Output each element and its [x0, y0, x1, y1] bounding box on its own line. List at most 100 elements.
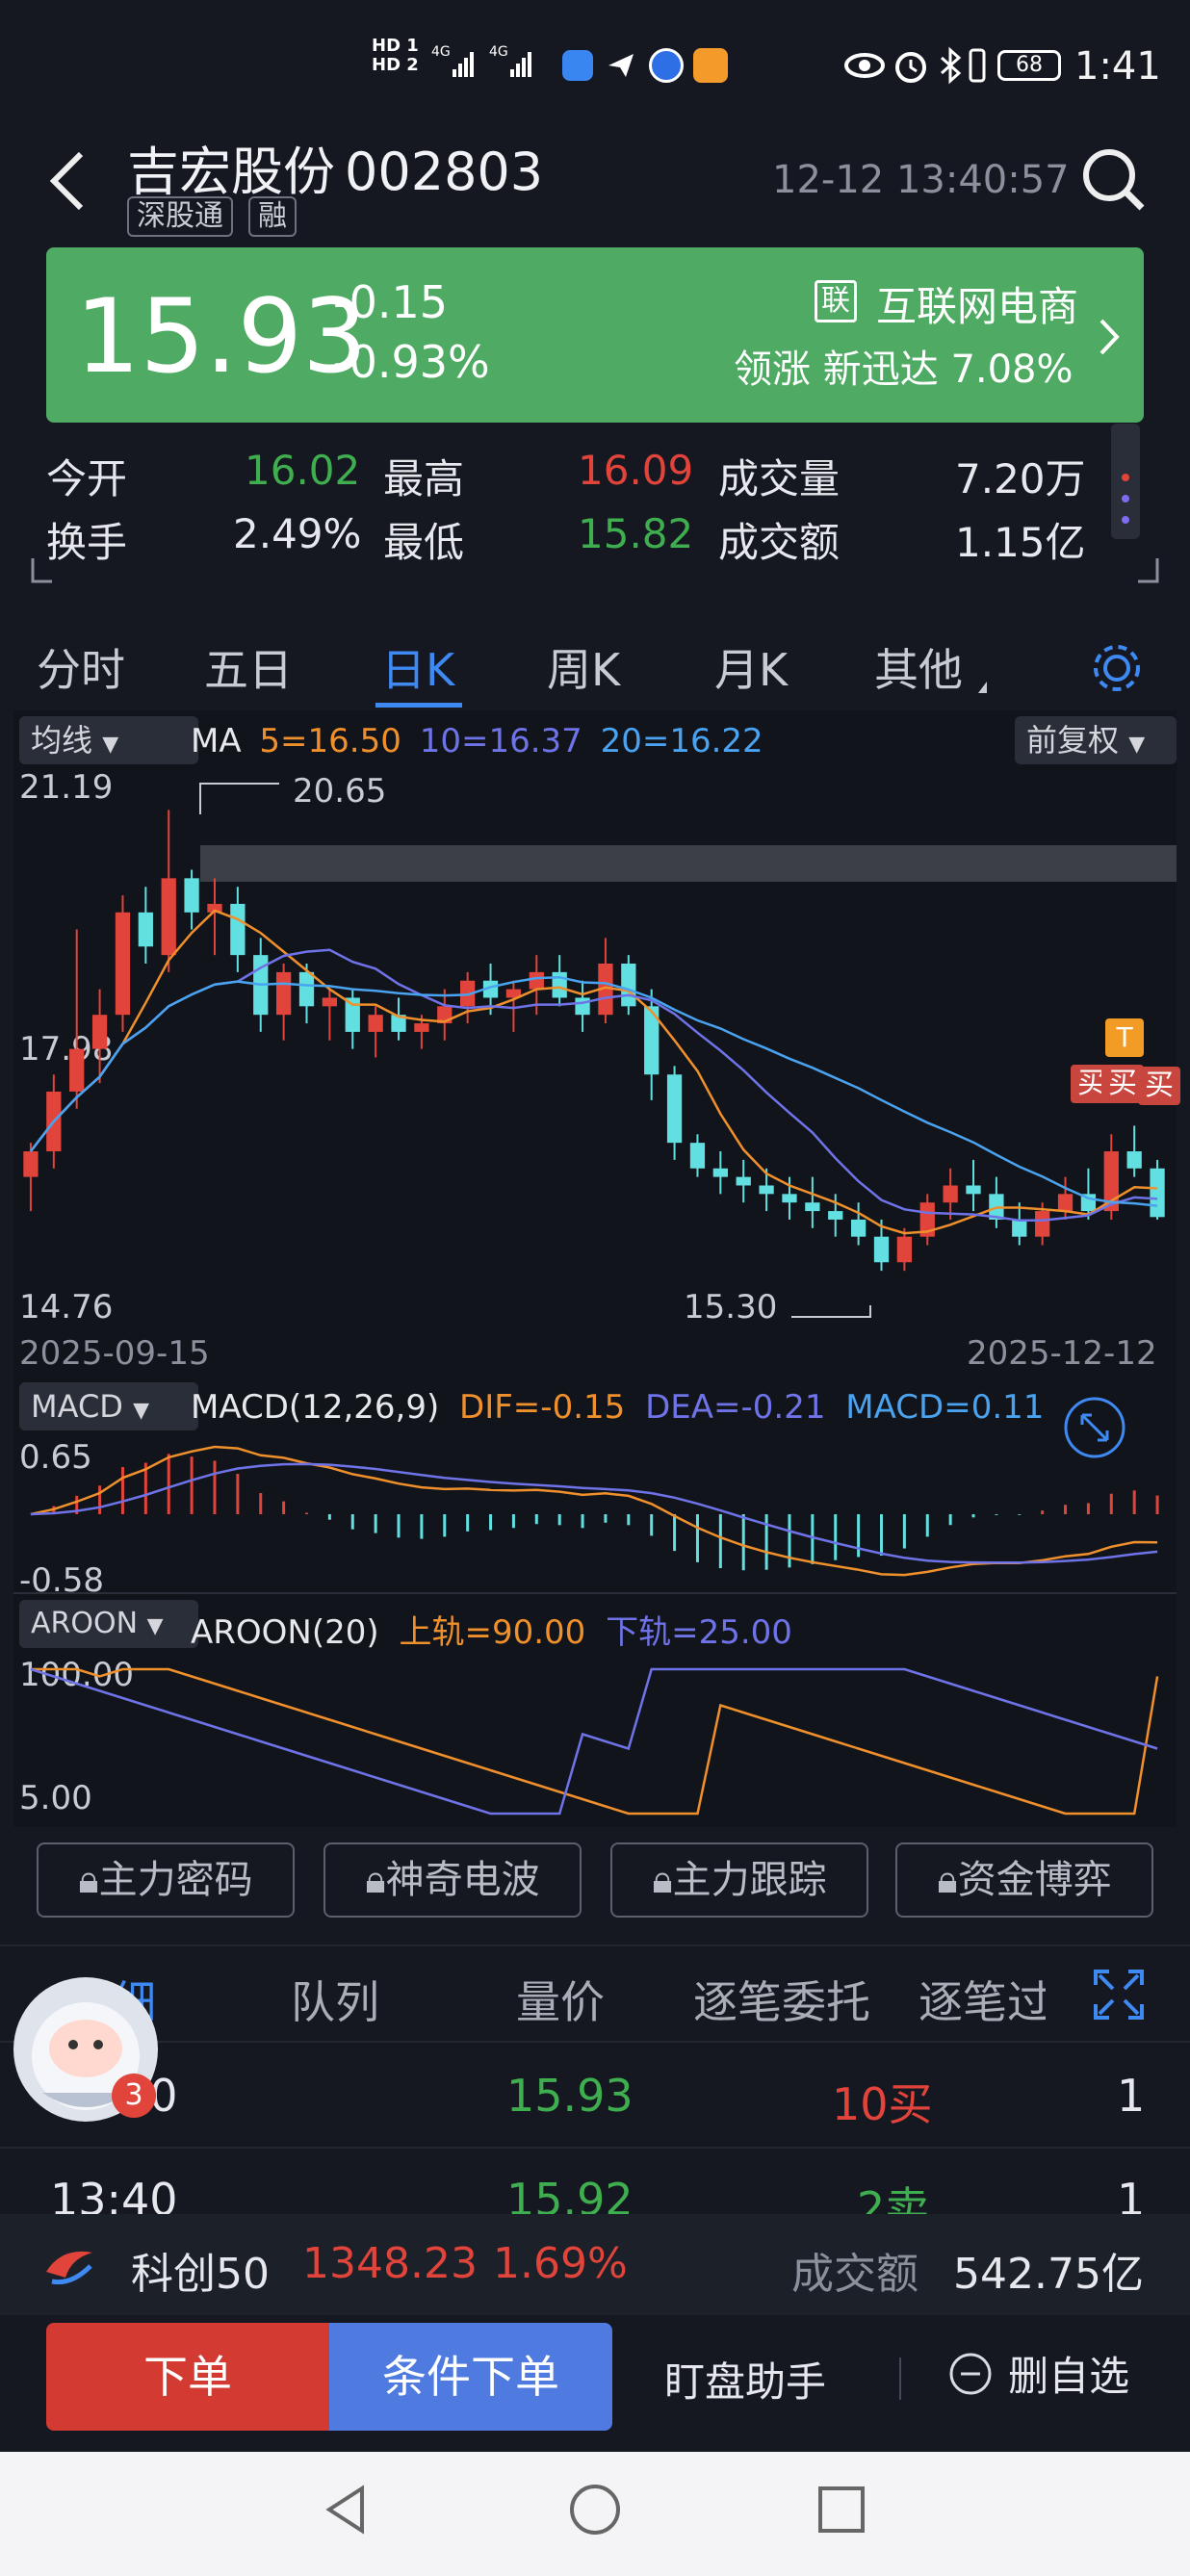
high-value: 16.09: [578, 447, 694, 494]
index-ticker-bar[interactable]: 科创50 1348.23 1.69% 成交额 542.75亿: [0, 2214, 1190, 2315]
lock-icon: 🔒︎: [937, 1858, 958, 1902]
detail-tab-volume-price[interactable]: 量价: [516, 1968, 605, 2031]
kline-chart-panel[interactable]: 均线 ▼ MA 5=16.50 10=16.37 20=16.22 前复权 ▼ …: [13, 710, 1180, 1827]
tick-price: 15.93: [506, 2070, 634, 2122]
candle-body: [689, 1143, 706, 1169]
resistance-band: [200, 845, 1177, 882]
feature-button-main-tracking[interactable]: 🔒︎主力跟踪: [610, 1842, 868, 1918]
signal-icon: 4G 4G: [431, 42, 547, 85]
candle-body: [414, 1023, 429, 1032]
candle-body: [1057, 1194, 1074, 1212]
aroon-down-line: [30, 1667, 1158, 1816]
macd-svg: [30, 1445, 1159, 1577]
candle-body: [275, 971, 292, 1016]
hd-indicator: HD 1 HD 2: [372, 36, 419, 75]
candle-body: [529, 971, 544, 990]
candle-body: [23, 1151, 39, 1177]
aroon-selector[interactable]: AROON ▼: [19, 1600, 198, 1648]
aroon-up-line: [30, 1667, 1159, 1816]
candle-body: [850, 1219, 867, 1237]
tab-monthly-k[interactable]: 月K: [714, 635, 788, 699]
search-button[interactable]: [1078, 144, 1148, 218]
feature-button-fund-game[interactable]: 🔒︎资金博弈: [895, 1842, 1153, 1918]
tick-volume: 10买: [832, 2078, 933, 2130]
tab-intraday[interactable]: 分时: [37, 635, 125, 699]
candle-body: [1035, 1211, 1050, 1237]
tab-five-day[interactable]: 五日: [204, 635, 293, 699]
notification-badge: 3: [112, 2074, 156, 2118]
settings-button[interactable]: [1088, 639, 1146, 701]
divider: [0, 1945, 1190, 1946]
index-amount: 542.75亿: [953, 2250, 1144, 2299]
square-recents-icon: [818, 2486, 865, 2533]
price-change-pct: -0.93%: [333, 336, 490, 388]
feature-button-main-code[interactable]: 🔒︎主力密码: [37, 1842, 295, 1918]
period-tabs: 分时 五日 日K 周K 月K 其他: [0, 606, 1190, 708]
candle-body: [298, 971, 315, 1007]
more-dots-icon: [1122, 474, 1129, 524]
feature-button-magic-wave[interactable]: 🔒︎神奇电波: [323, 1842, 582, 1918]
lock-icon: 🔒︎: [652, 1858, 673, 1902]
active-tab-indicator: [375, 703, 462, 708]
kline-svg: [23, 783, 1177, 1318]
order-button[interactable]: 下单: [46, 2323, 329, 2431]
minus-circle-icon: [949, 2353, 992, 2394]
dif-line: [30, 1445, 1158, 1577]
tab-weekly-k[interactable]: 周K: [547, 635, 620, 699]
candle-body: [1126, 1151, 1142, 1169]
paper-plane-icon: [607, 50, 635, 79]
price-card[interactable]: 15.93 -0.15 -0.93% 联 互联网电商 领涨 新迅达 7.08%: [46, 247, 1144, 423]
candle-body: [621, 964, 636, 1007]
index-value: 1348.23: [302, 2239, 478, 2288]
nav-back-button[interactable]: [318, 2481, 375, 2542]
bluetooth-icon: [938, 46, 963, 89]
svg-text:4G: 4G: [431, 44, 451, 60]
conditional-order-button[interactable]: 条件下单: [329, 2323, 612, 2431]
chevron-right-icon: [1096, 313, 1125, 365]
battery-indicator: 68: [997, 50, 1061, 81]
dea-line: [30, 1462, 1158, 1564]
nav-home-button[interactable]: [566, 2481, 624, 2542]
more-quote-button[interactable]: [1111, 424, 1140, 539]
expand-table-button[interactable]: [1092, 1968, 1146, 2025]
nav-recents-button[interactable]: [813, 2481, 870, 2542]
watch-assistant-button[interactable]: 盯盘助手: [664, 2350, 826, 2409]
index-amount-label: 成交额: [791, 2250, 918, 2299]
candle-body: [1012, 1219, 1027, 1237]
vibrate-icon: [967, 48, 988, 87]
macd-selector[interactable]: MACD ▼: [19, 1382, 198, 1430]
detail-tab-queue[interactable]: 队列: [291, 1968, 379, 2031]
candle-body: [782, 1194, 797, 1203]
lock-icon: 🔒︎: [78, 1858, 99, 1902]
candle-body: [115, 912, 131, 1016]
candle-body: [138, 912, 153, 947]
high-marker-line: [199, 783, 279, 814]
price-change: -0.15: [333, 276, 449, 328]
alarm-icon: [892, 46, 930, 89]
aroon-legend: AROON(20) 上轨=90.00 下轨=25.00: [191, 1613, 792, 1652]
last-price: 15.93: [75, 277, 368, 396]
search-icon: [1083, 149, 1145, 211]
detail-tab-trade-by-trade[interactable]: 逐笔过: [918, 1968, 1046, 2031]
candle-body: [322, 997, 338, 1007]
turnover-value: 2.49%: [233, 510, 362, 557]
candle-body: [91, 1015, 108, 1049]
tab-daily-k[interactable]: 日K: [381, 635, 454, 699]
low-marker-line: [791, 1305, 871, 1318]
tab-other[interactable]: 其他: [874, 635, 963, 699]
svg-text:4G: 4G: [489, 44, 508, 60]
tick-count: 1: [1117, 2070, 1146, 2122]
candle-body: [828, 1211, 843, 1220]
candle-body: [873, 1236, 890, 1263]
status-bar: HD 1 HD 2 4G 4G 68 1:41: [0, 0, 1190, 135]
remove-watchlist-button[interactable]: 删自选: [947, 2344, 1129, 2402]
browser-app-icon: [649, 48, 684, 83]
ma5-line: [29, 909, 1158, 1235]
system-nav-bar: [0, 2452, 1190, 2576]
detail-tab-order-by-order[interactable]: 逐笔委托: [693, 1968, 870, 2031]
candle-body: [184, 878, 199, 913]
back-button[interactable]: [39, 142, 96, 219]
candle-body: [230, 903, 246, 956]
back-arrow-icon: [49, 151, 84, 211]
expand-corners[interactable]: [29, 558, 1161, 585]
